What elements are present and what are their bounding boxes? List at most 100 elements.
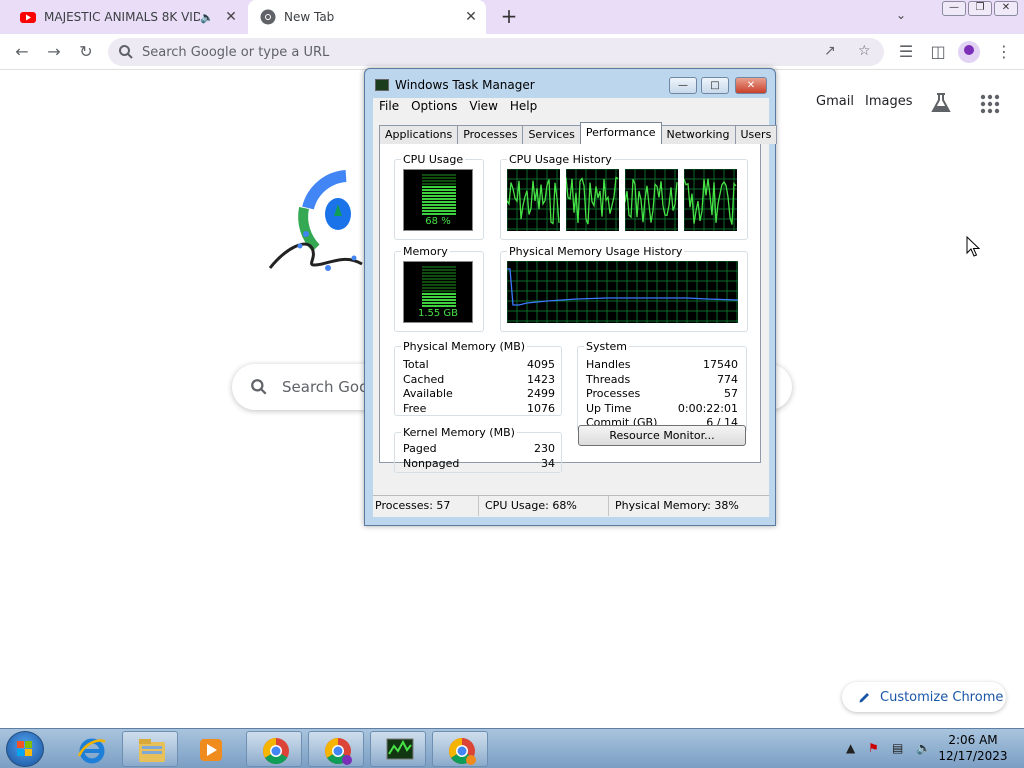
side-panel-icon[interactable]: ◫ [928,42,948,62]
tab-performance[interactable]: Performance [579,122,662,144]
tab-users[interactable]: Users [734,125,778,144]
clock-time: 2:06 AM [948,733,998,747]
taskbar-task-manager[interactable] [370,731,426,767]
forward-icon[interactable]: → [44,42,64,62]
cpu-usage-value: 68 % [425,216,451,227]
cpu-core-graph [625,169,678,231]
stat-row: Cached 1423 [403,373,555,388]
stat-name: Cached [403,372,445,386]
chevron-down-icon[interactable]: ⌄ [896,8,906,22]
tab-applications[interactable]: Applications [379,125,459,144]
speaker-icon[interactable]: 🔈 [200,11,214,24]
taskbar-media-player[interactable] [182,731,238,767]
taskbar-ie[interactable] [62,731,118,767]
show-hidden-icons[interactable]: ▲ [846,741,855,755]
memory-label: Memory [401,245,450,258]
minimize-icon[interactable]: — [942,1,966,16]
meter-segment [422,269,456,271]
status-processes: Processes: 57 [373,496,479,516]
close-icon[interactable]: ✕ [994,1,1018,16]
meter-segment [422,210,456,212]
labs-flask-icon[interactable] [930,92,952,114]
stat-row: Threads 774 [586,373,738,388]
taskbar-chrome-2[interactable] [432,731,488,767]
profile-avatar[interactable] [958,41,980,63]
menu-view[interactable]: View [463,98,503,117]
task-manager-body: CPU Usage 68 % CPU Usage History Memory … [373,117,769,517]
search-icon [251,379,267,395]
resource-monitor-button[interactable]: Resource Monitor... [578,425,746,446]
search-icon [119,45,133,59]
task-manager-icon [386,738,414,760]
volume-muted-icon[interactable]: 🔈 [916,741,931,755]
menu-bar: File Options View Help [373,98,769,117]
stat-row: Nonpaged 34 [403,457,555,472]
clock[interactable]: 2:06 AM 12/17/2023 [932,732,1014,764]
gmail-link[interactable]: Gmail [816,94,854,109]
physical-memory-group: Physical Memory (MB) Total 4095 Cached 142… [394,340,562,417]
menu-options[interactable]: Options [405,98,463,117]
menu-help[interactable]: Help [504,98,543,117]
close-tab-icon[interactable]: ✕ [462,9,480,25]
share-icon[interactable]: ↗ [824,43,836,59]
explorer-icon [139,739,165,762]
google-doodle[interactable] [266,168,366,288]
stat-name: Processes [586,387,641,401]
network-icon[interactable]: ▤ [892,741,903,755]
stat-value: 4095 [527,358,555,371]
tab-networking[interactable]: Networking [660,125,736,144]
status-cpu: CPU Usage: 68% [479,496,609,516]
task-manager-icon [375,79,389,91]
bookmark-star-icon[interactable]: ☆ [858,43,871,59]
maximize-icon[interactable]: □ [701,77,729,94]
reload-icon[interactable]: ↻ [76,42,96,62]
meter-segment [422,192,456,194]
stat-row: Free 1076 [403,402,555,417]
meter-segment [422,180,456,182]
start-button[interactable] [6,731,44,767]
tab-processes[interactable]: Processes [457,125,524,144]
stat-value: 1076 [527,401,555,415]
new-tab-button[interactable]: + [498,6,520,28]
task-manager-window: Windows Task Manager — □ ✕ File Options … [364,68,778,526]
system-label: System [584,340,630,353]
taskbar-chrome-profile[interactable] [308,731,364,767]
menu-kebab-icon[interactable]: ⋮ [994,42,1014,62]
stat-value: 57 [724,387,738,401]
close-icon[interactable]: ✕ [735,77,767,94]
close-tab-icon[interactable]: ✕ [222,9,240,25]
restore-icon[interactable]: ❐ [968,1,992,16]
cpu-core-graph [566,169,619,231]
memory-history-graph [507,261,738,323]
stat-row: Paged 230 [403,442,555,457]
back-icon[interactable]: ← [12,42,32,62]
meter-segment [422,305,456,307]
memory-bars [422,266,456,308]
windows-taskbar: ▲ ⚑ ▤ 🔈 2:06 AM 12/17/2023 [0,728,1024,768]
cpu-core-graph [684,169,737,231]
stat-row: Available 2499 [403,387,555,402]
stat-row: Handles 17540 [586,358,738,373]
omnibox[interactable]: ↗ ☆ [108,38,884,66]
status-memory: Physical Memory: 38% [615,499,739,512]
media-controls-icon[interactable]: ☰ [896,42,916,62]
omnibox-input[interactable] [142,42,802,62]
action-center-icon[interactable]: ⚑ [868,741,879,755]
minimize-icon[interactable]: — [669,77,697,94]
system-group: System Handles 17540 Threads 774 Processes… [577,340,747,432]
physical-memory-label: Physical Memory (MB) [401,340,528,353]
tab-services[interactable]: Services [522,125,581,144]
tab-youtube[interactable]: MAJESTIC ANIMALS 8K VIDE 🔈 ✕ [8,0,246,34]
meter-segment [422,213,456,215]
taskbar-explorer[interactable] [122,731,178,767]
menu-file[interactable]: File [373,98,405,117]
images-link[interactable]: Images [865,94,913,109]
pencil-icon [859,693,869,703]
cpu-core-graph [507,169,560,231]
google-apps-icon[interactable] [980,94,1000,114]
tab-new-tab[interactable]: New Tab ✕ [248,0,486,34]
ntp-search-placeholder: Search Goo [282,378,369,396]
stat-name: Paged [403,442,437,455]
customize-chrome-button[interactable]: Customize Chrome [842,682,1006,712]
taskbar-chrome[interactable] [246,731,302,767]
